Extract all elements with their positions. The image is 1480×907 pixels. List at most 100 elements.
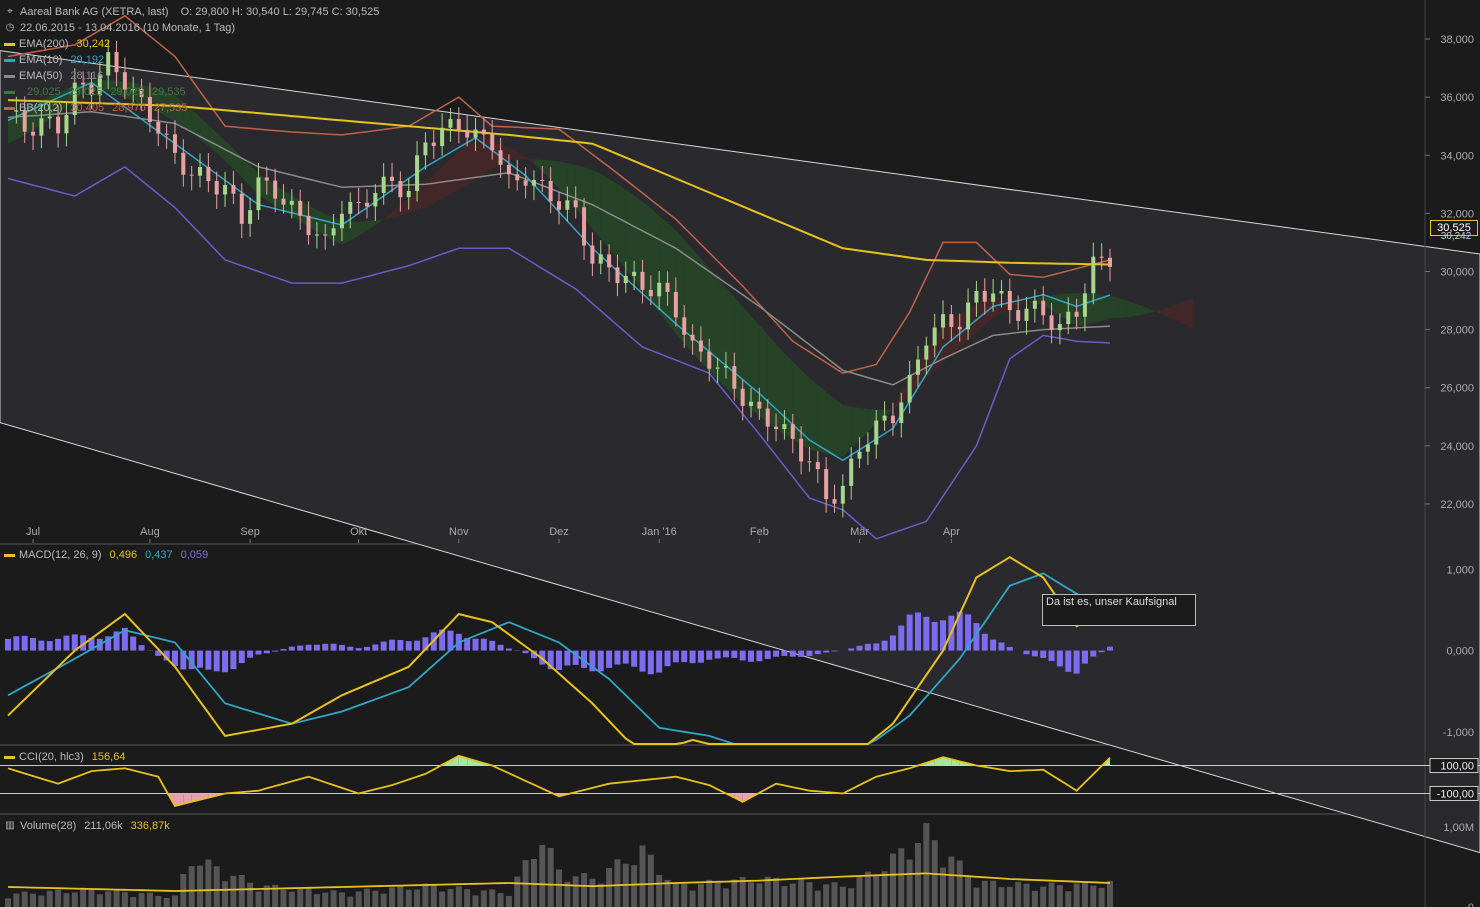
macd-value: 0,496 xyxy=(109,549,138,561)
ichimoku-cloud-segment xyxy=(817,385,827,454)
candle-body xyxy=(1091,256,1096,294)
macd-histogram-bar xyxy=(305,644,312,651)
volume-bar xyxy=(773,877,780,907)
volume-bar xyxy=(756,883,763,907)
macd-histogram-bar xyxy=(681,650,688,663)
legend-swatch xyxy=(4,106,15,110)
macd-histogram-bar xyxy=(714,650,721,659)
ichimoku-cloud-segment xyxy=(717,277,726,388)
volume-bar xyxy=(731,879,738,907)
candle-body xyxy=(47,116,52,119)
candle-body xyxy=(1074,311,1079,317)
volume-bar xyxy=(898,848,905,907)
macd-histogram-bar xyxy=(689,650,696,664)
candle-body xyxy=(723,365,728,368)
volume-bar xyxy=(1107,880,1113,907)
candle-body xyxy=(623,275,628,284)
candle-body xyxy=(665,282,670,292)
candle-body xyxy=(31,131,36,136)
macd-histogram-bar xyxy=(372,644,379,651)
candle-body xyxy=(565,200,570,210)
candle-body xyxy=(1108,257,1112,267)
legend-value: 29,025 xyxy=(110,86,144,98)
volume-bar xyxy=(1073,883,1080,907)
candle-body xyxy=(832,499,837,504)
candle-body xyxy=(248,210,253,224)
volume-bar xyxy=(681,884,688,907)
macd-histogram-bar xyxy=(731,650,738,658)
candle-body xyxy=(264,177,269,181)
volume-bar xyxy=(338,892,345,907)
volume-bar xyxy=(138,893,145,907)
macd-histogram-bar xyxy=(347,646,354,651)
volume-bar xyxy=(689,890,696,907)
time-axis-label: Jan '16 xyxy=(642,526,677,538)
macd-histogram-bar xyxy=(639,650,646,672)
candle-body xyxy=(189,174,194,176)
stock-chart-canvas[interactable]: 38,000 36,000 34,000 32,000 30,000 28,000 26,0… xyxy=(0,0,1480,907)
main-legend: ⌖ Aareal Bank AG (XETRA, last) O: 29,800 H… xyxy=(4,4,379,116)
volume-bar xyxy=(1098,887,1105,907)
volume-bar xyxy=(238,875,245,907)
macd-axis-label: 0,000 xyxy=(1446,646,1474,658)
volume-bar xyxy=(530,858,537,907)
volume-bar xyxy=(414,889,421,907)
candle-body xyxy=(1007,290,1012,311)
date-range: 22.06.2015 - 13.04.2016 (10 Monate, 1 Ta… xyxy=(20,22,236,34)
volume-bar xyxy=(672,883,679,907)
macd-histogram-bar xyxy=(255,650,262,655)
candle-body xyxy=(673,291,678,318)
volume-bar xyxy=(397,885,404,907)
ichimoku-cloud-segment xyxy=(1101,294,1110,321)
volume-bar xyxy=(631,865,638,907)
legend-row: EMA(10) 29,192 xyxy=(4,52,379,68)
macd-histogram-bar xyxy=(781,650,788,656)
volume-legend: ▥ Volume(28) 211,06k 336,87k xyxy=(4,818,169,834)
legend-row: BB(20,2) 30,405 28,970 27,535 xyxy=(4,100,379,116)
macd-histogram-bar xyxy=(556,650,562,670)
legend-value: 28,116 xyxy=(70,70,104,82)
macd-histogram-bar xyxy=(21,635,28,651)
volume-bar xyxy=(347,896,354,907)
ichimoku-cloud-segment xyxy=(592,169,601,239)
candle-body xyxy=(381,176,386,193)
candle-body xyxy=(865,444,870,452)
legend-label: EMA(10) xyxy=(19,54,63,66)
volume-bar xyxy=(30,893,37,907)
macd-histogram-bar xyxy=(631,650,638,667)
macd-histogram-bar xyxy=(489,640,496,651)
macd-signal-value: 0,437 xyxy=(145,549,173,561)
macd-histogram-bar xyxy=(288,646,295,651)
volume-bar xyxy=(389,887,396,907)
ichimoku-cloud-segment xyxy=(458,142,468,190)
volume-bar xyxy=(614,859,621,907)
macd-histogram-bar xyxy=(664,650,671,667)
macd-histogram-bar xyxy=(480,638,487,651)
candle-body xyxy=(331,228,336,236)
candle-body xyxy=(314,234,319,236)
volume-bar xyxy=(714,882,721,907)
volume-bar xyxy=(806,882,813,907)
candle-body xyxy=(924,345,929,360)
macd-histogram-bar xyxy=(672,650,679,663)
macd-histogram-bar xyxy=(848,648,855,651)
volume-bar xyxy=(205,859,212,907)
volume-bar xyxy=(497,893,504,907)
volume-bar xyxy=(656,874,663,907)
candle-body xyxy=(682,317,687,335)
macd-hist-value: 0,059 xyxy=(180,549,209,561)
macd-histogram-bar xyxy=(1090,650,1097,657)
ichimoku-cloud-segment xyxy=(776,344,785,435)
cci-value: 156,64 xyxy=(91,751,126,763)
volume-bar xyxy=(722,888,729,907)
volume-bar xyxy=(831,882,838,907)
volume-bar xyxy=(572,876,579,907)
cci-axis-label: -100,00 xyxy=(1437,788,1474,800)
macd-histogram-bar xyxy=(889,635,896,651)
macd-label: MACD(12, 26, 9) xyxy=(19,549,102,561)
candle-body xyxy=(198,167,203,176)
volume-bar xyxy=(798,879,805,907)
volume-bar xyxy=(13,893,20,907)
candle-body xyxy=(941,314,946,328)
candle-body xyxy=(849,458,854,486)
